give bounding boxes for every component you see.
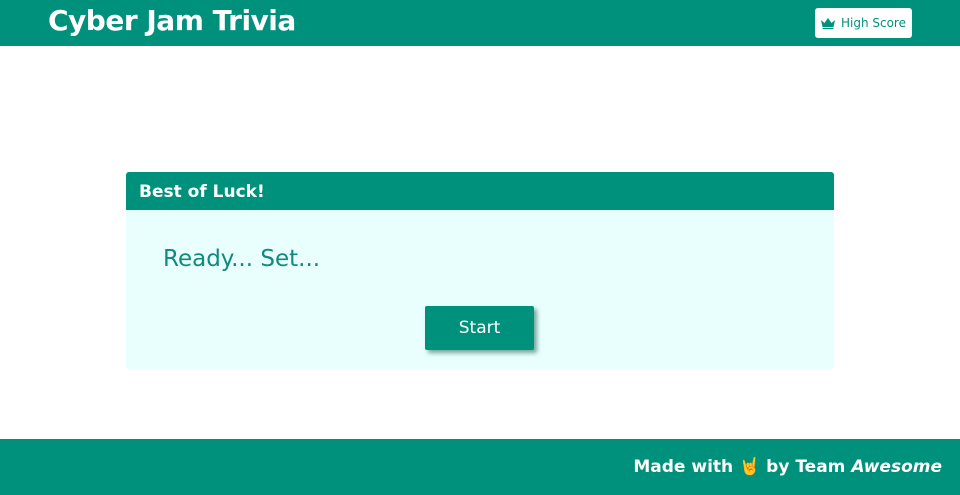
by-team-text: by Team: [766, 457, 846, 477]
made-with-text: Made with: [633, 457, 734, 477]
start-card: Best of Luck! Ready... Set... Start: [126, 172, 834, 369]
team-name: Awesome: [851, 457, 942, 477]
footer: Made with 🤘 by Team Awesome: [0, 439, 960, 495]
navbar: Cyber Jam Trivia High Score: [0, 0, 960, 46]
crown-icon: [820, 17, 835, 29]
footer-credit: Made with 🤘 by Team Awesome: [633, 457, 942, 477]
app-title: Cyber Jam Trivia: [48, 4, 296, 37]
high-score-label: High Score: [840, 16, 906, 30]
start-button[interactable]: Start: [425, 306, 534, 350]
rock-on-icon: 🤘: [739, 457, 761, 477]
high-score-button[interactable]: High Score: [815, 8, 912, 38]
ready-message: Ready... Set...: [163, 246, 321, 272]
card-header: Best of Luck!: [126, 172, 834, 210]
